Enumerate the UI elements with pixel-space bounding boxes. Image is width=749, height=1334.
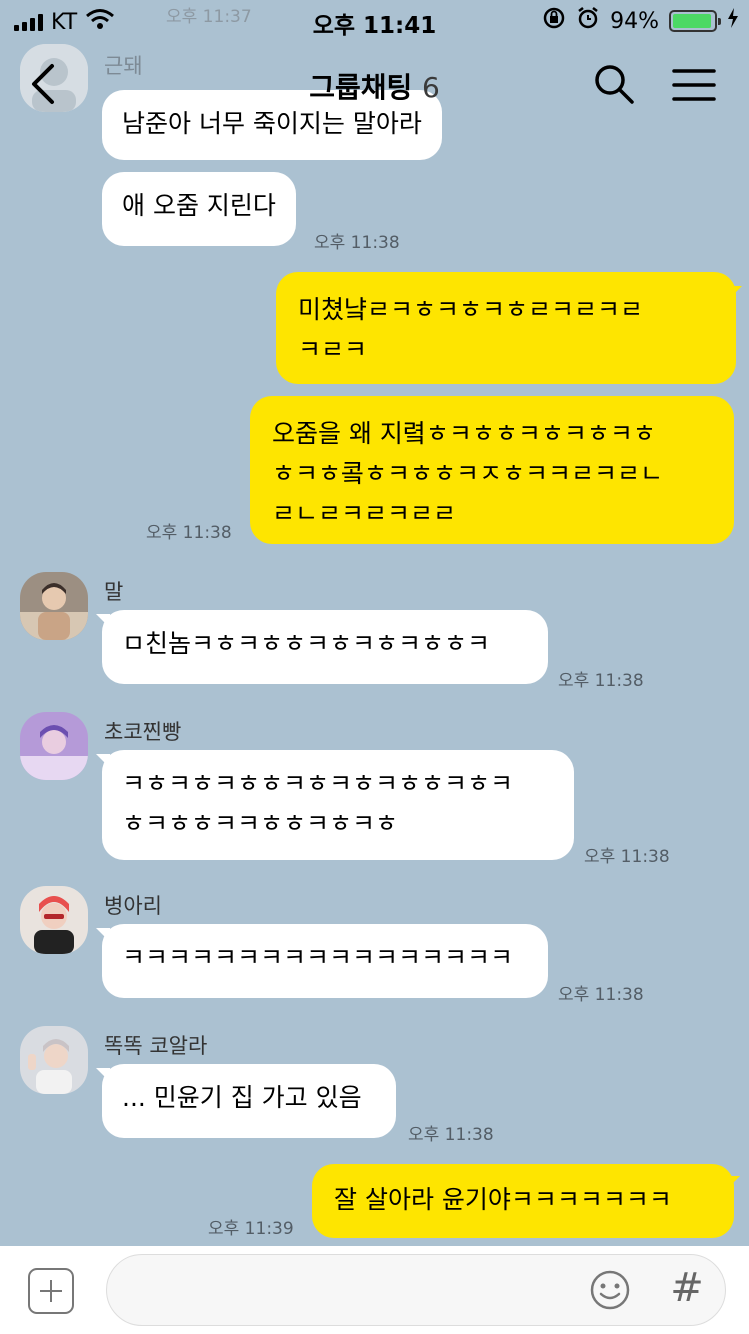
status-icons: 94% xyxy=(542,6,739,36)
avatar[interactable] xyxy=(20,572,88,640)
message-time: 오후 11:38 xyxy=(558,671,644,691)
message-time: 오후 11:38 xyxy=(146,523,232,543)
message-bubble[interactable]: 잘 살아라 윤기야ㅋㅋㅋㅋㅋㅋㅋ xyxy=(312,1164,734,1238)
battery-level xyxy=(673,14,711,28)
avatar[interactable] xyxy=(20,1026,88,1094)
message-text: ㅋㅎㅋㅎㅋㅎㅎㅋㅎㅋㅎㅋㅎㅎㅋㅎㅋ xyxy=(122,769,514,798)
bubble-tail xyxy=(728,286,742,300)
menu-button[interactable] xyxy=(672,68,716,102)
alarm-icon xyxy=(576,6,600,36)
hashtag-search-button[interactable]: # xyxy=(668,1266,706,1310)
message-bubble[interactable]: ㅋㅋㅋㅋㅋㅋㅋㅋㅋㅋㅋㅋㅋㅋㅋㅋㅋ xyxy=(102,924,548,998)
chat-area[interactable]: 근돼 남준아 너무 죽이지는 말아라 오후 11:37 애 오줌 지린다 오후 … xyxy=(0,0,749,1246)
member-count: 6 xyxy=(421,71,440,104)
message-time: 오후 11:38 xyxy=(314,233,400,253)
message-bubble[interactable]: 애 오줌 지린다 xyxy=(102,172,296,246)
bubble-tail xyxy=(726,1176,740,1190)
plus-icon[interactable] xyxy=(28,1268,74,1314)
avatar[interactable] xyxy=(20,886,88,954)
chat-title[interactable]: 그룹채팅 6 xyxy=(0,66,749,106)
rotation-lock-icon xyxy=(542,6,566,36)
charging-icon xyxy=(727,8,739,34)
battery-percent: 94% xyxy=(610,8,659,34)
message-text: 잘 살아라 윤기야ㅋㅋㅋㅋㅋㅋㅋ xyxy=(334,1185,672,1214)
message-text: 오줌을 왜 지렼ㅎㅋㅎㅎㅋㅎㅋㅎㅋㅎ xyxy=(272,419,656,448)
message-bubble[interactable]: 오줌을 왜 지렼ㅎㅋㅎㅎㅋㅎㅋㅎㅋㅎ ㅎㅋㅎ콬ㅎㅋㅎㅎㅋㅈㅎㅋㅋㄹㅋㄹㄴ ㄹㄴㄹ… xyxy=(250,396,734,544)
message-text: ... 민윤기 집 가고 있음 xyxy=(122,1083,362,1112)
emoji-icon[interactable] xyxy=(588,1268,632,1312)
message-text: ㅁ친놈ㅋㅎㅋㅎㅎㅋㅎㅋㅎㅋㅎㅎㅋ xyxy=(122,629,491,658)
status-bar: KT 오후 11:41 94% xyxy=(0,0,749,40)
sender-name: 병아리 xyxy=(104,894,162,918)
message-text: 애 오줌 지린다 xyxy=(122,191,276,220)
input-bar: # xyxy=(0,1246,749,1334)
message-bubble[interactable]: ㅁ친놈ㅋㅎㅋㅎㅎㅋㅎㅋㅎㅋㅎㅎㅋ xyxy=(102,610,548,684)
message-bubble[interactable]: ㅋㅎㅋㅎㅋㅎㅎㅋㅎㅋㅎㅋㅎㅎㅋㅎㅋ ㅎㅋㅎㅎㅋㅋㅎㅎㅋㅎㅋㅎ xyxy=(102,750,574,860)
message-time: 오후 11:38 xyxy=(558,985,644,1005)
hamburger-menu-icon xyxy=(672,69,716,101)
chat-title-text: 그룹채팅 xyxy=(309,71,413,104)
battery-icon xyxy=(669,10,721,32)
chat-header: 그룹채팅 6 xyxy=(0,40,749,130)
message-input[interactable] xyxy=(106,1254,726,1326)
sender-name: 똑똑 코알라 xyxy=(104,1034,208,1058)
message-text: ㅎㅋㅎㅎㅋㅋㅎㅎㅋㅎㅋㅎ xyxy=(122,809,399,838)
message-text: ㅎㅋㅎ콬ㅎㅋㅎㅎㅋㅈㅎㅋㅋㄹㅋㄹㄴ xyxy=(272,459,664,488)
search-icon xyxy=(595,65,634,104)
message-text: ㅋㄹㅋ xyxy=(298,335,368,364)
message-text: ㄹㄴㄹㅋㄹㅋㄹㄹ xyxy=(272,499,457,528)
message-bubble[interactable]: 미쳤냨ㄹㅋㅎㅋㅎㅋㅎㄹㅋㄹㅋㄹ ㅋㄹㅋ xyxy=(276,272,736,384)
search-button[interactable] xyxy=(592,62,636,106)
message-time: 오후 11:39 xyxy=(208,1219,294,1239)
message-time: 오후 11:38 xyxy=(584,847,670,867)
message-text: 미쳤냨ㄹㅋㅎㅋㅎㅋㅎㄹㅋㄹㅋㄹ xyxy=(298,295,644,324)
message-time: 오후 11:38 xyxy=(408,1125,494,1145)
message-bubble[interactable]: ... 민윤기 집 가고 있음 xyxy=(102,1064,396,1138)
message-text: ㅋㅋㅋㅋㅋㅋㅋㅋㅋㅋㅋㅋㅋㅋㅋㅋㅋ xyxy=(122,943,514,972)
sender-name: 말 xyxy=(104,580,124,604)
avatar[interactable] xyxy=(20,712,88,780)
sender-name: 초코찐빵 xyxy=(104,720,182,744)
